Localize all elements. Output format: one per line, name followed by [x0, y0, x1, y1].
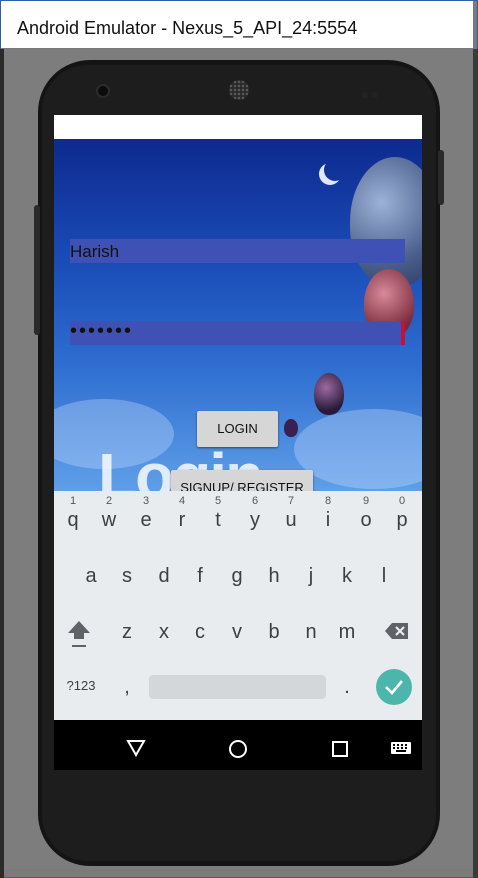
recents-icon[interactable]: [331, 740, 349, 758]
key-d[interactable]: d: [147, 565, 181, 588]
backspace-key[interactable]: [380, 621, 414, 645]
key-r[interactable]: 4r: [165, 495, 199, 532]
key-label: i: [325, 509, 331, 531]
field-accent: [401, 321, 405, 345]
key-u[interactable]: 7u: [274, 495, 308, 532]
comma-key[interactable]: ,: [110, 676, 144, 699]
login-button[interactable]: LOGIN: [197, 411, 278, 447]
key-v[interactable]: v: [220, 621, 254, 644]
key-hint: 3: [142, 495, 150, 507]
desktop-background-right: [473, 49, 478, 878]
key-q[interactable]: 1q: [56, 495, 90, 532]
navigation-bar: [54, 720, 422, 770]
device-screen: Login Harish ••••••• LOGIN SIGNUP/ REGIS…: [54, 115, 422, 770]
checkmark-icon: [385, 680, 403, 695]
key-z[interactable]: z: [110, 621, 144, 644]
key-n[interactable]: n: [294, 621, 328, 644]
login-screen: Login Harish ••••••• LOGIN SIGNUP/ REGIS…: [54, 139, 422, 491]
key-hint: 0: [398, 495, 406, 507]
balloon-decoration: [350, 157, 422, 287]
key-w[interactable]: 2w: [92, 495, 126, 532]
back-icon[interactable]: [126, 739, 146, 757]
key-s[interactable]: s: [110, 565, 144, 588]
home-icon[interactable]: [228, 739, 248, 759]
key-t[interactable]: 5t: [201, 495, 235, 532]
key-label: r: [178, 509, 186, 531]
balloon-decoration: [314, 373, 344, 415]
key-label: o: [360, 509, 372, 531]
key-c[interactable]: c: [183, 621, 217, 644]
balloon-decoration: [284, 419, 298, 437]
key-b[interactable]: b: [257, 621, 291, 644]
key-hint: 8: [324, 495, 332, 507]
key-label: u: [285, 509, 297, 531]
period-key[interactable]: .: [330, 676, 364, 699]
space-bar[interactable]: [149, 675, 326, 699]
password-value: •••••••: [70, 320, 134, 342]
key-hint: 1: [69, 495, 77, 507]
symbols-key[interactable]: ?123: [60, 678, 102, 693]
shift-icon: [68, 621, 90, 647]
key-hint: 5: [214, 495, 222, 507]
key-a[interactable]: a: [74, 565, 108, 588]
key-hint: 7: [287, 495, 295, 507]
key-g[interactable]: g: [220, 565, 254, 588]
key-o[interactable]: 9o: [349, 495, 383, 532]
key-f[interactable]: f: [183, 565, 217, 588]
key-i[interactable]: 8i: [311, 495, 345, 532]
key-x[interactable]: x: [147, 621, 181, 644]
key-l[interactable]: l: [367, 565, 401, 588]
power-button: [438, 150, 444, 205]
key-hint: 6: [251, 495, 259, 507]
key-e[interactable]: 3e: [129, 495, 163, 532]
key-hint: 4: [178, 495, 186, 507]
username-value: Harish: [70, 242, 120, 261]
password-input[interactable]: •••••••: [70, 320, 405, 345]
window-titlebar[interactable]: Android Emulator - Nexus_5_API_24:5554: [1, 1, 473, 48]
keyboard-icon[interactable]: [390, 741, 412, 757]
volume-button: [34, 205, 40, 335]
status-bar: [54, 115, 422, 139]
username-input[interactable]: Harish: [70, 239, 405, 263]
key-label: y: [250, 509, 260, 531]
key-hint: 2: [105, 495, 113, 507]
cloud-decoration: [294, 409, 422, 489]
key-k[interactable]: k: [330, 565, 364, 588]
key-p[interactable]: 0p: [385, 495, 419, 532]
key-j[interactable]: j: [294, 565, 328, 588]
key-label: q: [67, 509, 79, 531]
enter-button[interactable]: [376, 669, 412, 705]
earpiece-speaker: [229, 80, 249, 100]
key-label: e: [140, 509, 152, 531]
key-y[interactable]: 6y: [238, 495, 272, 532]
key-label: w: [101, 509, 117, 531]
key-h[interactable]: h: [257, 565, 291, 588]
key-m[interactable]: m: [330, 621, 364, 644]
front-camera: [98, 86, 108, 96]
key-hint: 9: [362, 495, 370, 507]
signup-register-button[interactable]: SIGNUP/ REGISTER: [171, 470, 313, 491]
shift-key[interactable]: [62, 619, 96, 651]
window-title: Android Emulator - Nexus_5_API_24:5554: [17, 18, 358, 38]
soft-keyboard: 1q 2w 3e 4r 5t 6y 7u 8i 9o 0p a s d f g …: [54, 491, 422, 720]
key-label: t: [215, 509, 221, 531]
backspace-icon: [385, 623, 408, 639]
moon-decoration: [324, 159, 346, 181]
proximity-sensor: [362, 85, 384, 98]
key-label: p: [396, 509, 408, 531]
